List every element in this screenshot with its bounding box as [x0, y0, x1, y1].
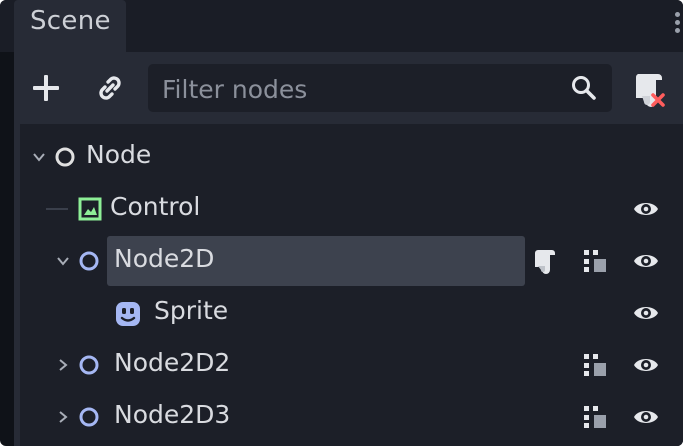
chevron-down-icon[interactable] [32, 150, 46, 164]
search-icon[interactable] [570, 74, 598, 102]
visibility-icon[interactable] [632, 299, 660, 327]
node2d-icon [79, 251, 99, 271]
tree-item-label: Node2D3 [114, 400, 231, 429]
dock-tab-bar: Scene [0, 0, 683, 52]
tree-item-node[interactable]: Node [20, 132, 670, 182]
link-icon [99, 76, 121, 100]
visibility-icon[interactable] [632, 195, 660, 223]
scene-panel: Node Control [14, 52, 683, 446]
chevron-down-icon[interactable] [56, 254, 70, 268]
visibility-icon[interactable] [632, 247, 660, 275]
node2d-icon [79, 407, 99, 427]
remove-script-icon[interactable] [628, 68, 668, 110]
visibility-icon[interactable] [632, 351, 660, 379]
tree-item-node2d2[interactable]: Node2D2 [20, 340, 670, 390]
chevron-right-icon[interactable] [56, 410, 70, 424]
script-icon[interactable] [532, 247, 558, 275]
add-icon [33, 75, 59, 101]
add-node-button[interactable] [28, 70, 64, 106]
control-icon [78, 197, 102, 221]
tree-item-sprite[interactable]: Sprite [20, 288, 670, 338]
tab-menu-icon[interactable] [675, 12, 681, 38]
instance-scene-button[interactable] [92, 70, 128, 106]
filter-nodes-field[interactable] [148, 64, 612, 114]
group-icon[interactable] [582, 247, 608, 275]
node2d-icon [79, 355, 99, 375]
tab-scene[interactable]: Scene [14, 0, 126, 52]
group-icon[interactable] [582, 403, 608, 431]
group-icon[interactable] [582, 351, 608, 379]
tree-item-node2d[interactable]: Node2D [20, 236, 670, 286]
tree-item-label: Control [110, 192, 201, 221]
scene-dock: Scene Filter nodes Node Control Node2D S… [0, 0, 683, 446]
filter-nodes-input[interactable] [160, 64, 564, 114]
tree-item-label: Node2D2 [114, 348, 231, 377]
tree-item-node2d3[interactable]: Node2D3 [20, 392, 670, 442]
tree-item-control[interactable]: Control [20, 184, 670, 234]
tree-item-label: Node2D [114, 244, 215, 273]
chevron-right-icon[interactable] [56, 358, 70, 372]
tree-item-label: Sprite [154, 296, 229, 325]
node-icon [55, 147, 75, 167]
visibility-icon[interactable] [632, 403, 660, 431]
sprite-icon [116, 302, 140, 326]
tab-scene-label: Scene [30, 6, 111, 36]
tree-item-label: Node [86, 140, 152, 169]
scene-tree: Node Control Node2D Sprite Node2D2 Node2… [20, 124, 683, 446]
